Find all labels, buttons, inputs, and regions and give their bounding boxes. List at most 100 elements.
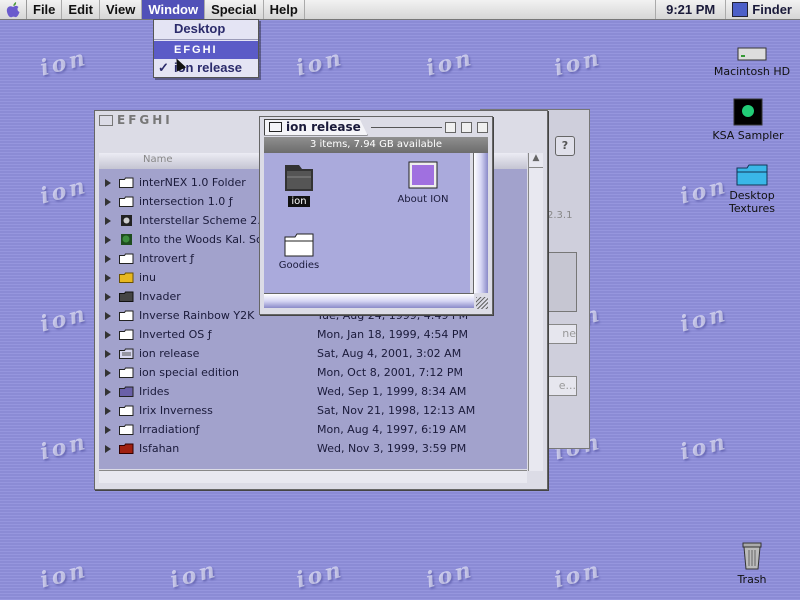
efghi-title: EFGHI — [117, 113, 173, 127]
title-tab[interactable]: ion release — [264, 118, 368, 136]
folder-icon — [119, 348, 134, 359]
disclosure-triangle-icon[interactable] — [105, 368, 111, 377]
wallpaper-text: ion — [677, 428, 731, 466]
folder-icon — [736, 164, 768, 186]
file-item-ion[interactable]: ion — [264, 161, 334, 207]
menu-edit[interactable]: Edit — [62, 0, 100, 19]
wallpaper-text: ion — [293, 556, 347, 594]
desktop-icon-desktop-textures[interactable]: Desktop Textures — [704, 164, 800, 215]
folder-icon — [119, 310, 134, 321]
ion-horizontal-scrollbar[interactable] — [264, 293, 474, 308]
list-item[interactable]: ion special edition Mon, Oct 8, 2001, 7:… — [99, 363, 527, 382]
folder-icon — [119, 405, 134, 416]
zoom-box-icon[interactable] — [461, 121, 472, 133]
folder-icon — [284, 233, 314, 257]
disclosure-triangle-icon[interactable] — [105, 349, 111, 358]
menu-help[interactable]: Help — [264, 0, 305, 19]
menu-item-ion-release[interactable]: ✓ ion release — [154, 59, 258, 77]
file-name: Irix Inverness — [139, 404, 213, 417]
help-icon[interactable]: ? — [555, 136, 575, 156]
list-item[interactable]: ion release Sat, Aug 4, 2001, 3:02 AM — [99, 344, 527, 363]
wallpaper-text: ion — [37, 300, 91, 338]
list-item[interactable]: Isfahan Wed, Nov 3, 1999, 3:59 PM — [99, 439, 527, 458]
folder-icon — [119, 329, 134, 340]
window-info-bar: 3 items, 7.94 GB available — [264, 137, 488, 153]
desktop-icon-label: Desktop Textures — [729, 189, 775, 215]
file-name: Isfahan — [139, 442, 180, 455]
file-item-goodies[interactable]: Goodies — [264, 233, 334, 271]
disclosure-triangle-icon[interactable] — [105, 311, 111, 320]
hard-disk-icon — [737, 47, 767, 61]
folder-icon — [119, 253, 134, 264]
disclosure-triangle-icon[interactable] — [105, 387, 111, 396]
folder-icon — [119, 367, 134, 378]
file-item-label: About ION — [397, 194, 449, 205]
horizontal-scrollbar[interactable] — [99, 470, 527, 483]
menu-item-efghi[interactable]: EFGHI — [154, 41, 258, 59]
close-box-icon[interactable] — [477, 121, 488, 133]
ion-vertical-scrollbar[interactable] — [473, 153, 488, 293]
finder-icon — [732, 2, 749, 17]
ion-release-titlebar[interactable]: ion release — [264, 118, 488, 136]
vertical-scrollbar[interactable]: ▲ — [528, 153, 543, 471]
application-menu-label: Finder — [752, 2, 792, 17]
disclosure-triangle-icon[interactable] — [105, 197, 111, 206]
version-label: 2.3.1 — [547, 210, 573, 221]
disclosure-triangle-icon[interactable] — [105, 216, 111, 225]
folder-icon — [119, 424, 134, 435]
list-item[interactable]: Irradiationƒ Mon, Aug 4, 1997, 6:19 AM — [99, 420, 527, 439]
file-date: Wed, Nov 3, 1999, 3:59 PM — [317, 442, 467, 455]
column-header-name[interactable]: Name — [143, 154, 173, 165]
disclosure-triangle-icon[interactable] — [105, 330, 111, 339]
menu-view[interactable]: View — [100, 0, 143, 19]
desktop-icon-label: Macintosh HD — [713, 65, 791, 78]
disclosure-triangle-icon[interactable] — [105, 425, 111, 434]
menu-file[interactable]: File — [27, 0, 63, 19]
disclosure-triangle-icon[interactable] — [105, 273, 111, 282]
file-date: Wed, Sep 1, 1999, 8:34 AM — [317, 385, 467, 398]
wallpaper-text: ion — [423, 44, 477, 82]
collapse-box-icon[interactable] — [445, 121, 456, 133]
list-item[interactable]: Irix Inverness Sat, Nov 21, 1998, 12:13 … — [99, 401, 527, 420]
disclosure-triangle-icon[interactable] — [105, 406, 111, 415]
ion-release-contents[interactable]: ion About ION Goodies — [264, 153, 470, 293]
file-date: Mon, Aug 4, 1997, 6:19 AM — [317, 423, 467, 436]
list-item[interactable]: Irides Wed, Sep 1, 1999, 8:34 AM — [99, 382, 527, 401]
file-item-label: ion — [288, 196, 310, 207]
menubar-clock[interactable]: 9:21 PM — [655, 0, 727, 19]
window-menu-dropdown: Desktop EFGHI ✓ ion release — [153, 19, 259, 78]
list-item[interactable]: Inverted OS ƒ Mon, Jan 18, 1999, 4:54 PM — [99, 325, 527, 344]
desktop-icon-label: KSA Sampler — [712, 129, 784, 142]
desktop-icon-macintosh-hd[interactable]: Macintosh HD — [704, 46, 800, 78]
menu-separator — [154, 39, 258, 40]
resize-grip-icon[interactable] — [476, 297, 488, 309]
disclosure-triangle-icon[interactable] — [105, 235, 111, 244]
disclosure-triangle-icon[interactable] — [105, 178, 111, 187]
application-icon — [733, 98, 763, 126]
wallpaper-text: ion — [677, 300, 731, 338]
menu-item-desktop[interactable]: Desktop — [154, 20, 258, 38]
apple-menu-icon[interactable] — [0, 0, 27, 19]
menu-special[interactable]: Special — [205, 0, 264, 19]
application-menu[interactable]: Finder — [726, 0, 800, 19]
folder-icon — [269, 122, 282, 132]
file-date: Sat, Nov 21, 1998, 12:13 AM — [317, 404, 476, 417]
file-name: Irradiationƒ — [139, 423, 200, 436]
folder-icon — [119, 291, 134, 302]
disclosure-triangle-icon[interactable] — [105, 254, 111, 263]
disclosure-triangle-icon[interactable] — [105, 444, 111, 453]
file-item-label: Goodies — [278, 260, 320, 271]
ion-release-window[interactable]: ion release 3 items, 7.94 GB available i… — [259, 116, 493, 315]
file-item-about-ion[interactable]: About ION — [388, 161, 458, 205]
file-date: Mon, Jan 18, 1999, 4:54 PM — [317, 328, 468, 341]
disclosure-triangle-icon[interactable] — [105, 292, 111, 301]
wallpaper-text: ion — [37, 44, 91, 82]
desktop-icon-trash[interactable]: Trash — [704, 540, 800, 586]
scroll-up-arrow-icon[interactable]: ▲ — [529, 153, 543, 168]
folder-icon — [119, 386, 134, 397]
folder-icon — [119, 177, 134, 188]
file-date: Mon, Oct 8, 2001, 7:12 PM — [317, 366, 464, 379]
wallpaper-text: ion — [37, 172, 91, 210]
menu-window[interactable]: Window — [142, 0, 206, 19]
desktop-icon-ksa-sampler[interactable]: KSA Sampler — [700, 98, 796, 142]
